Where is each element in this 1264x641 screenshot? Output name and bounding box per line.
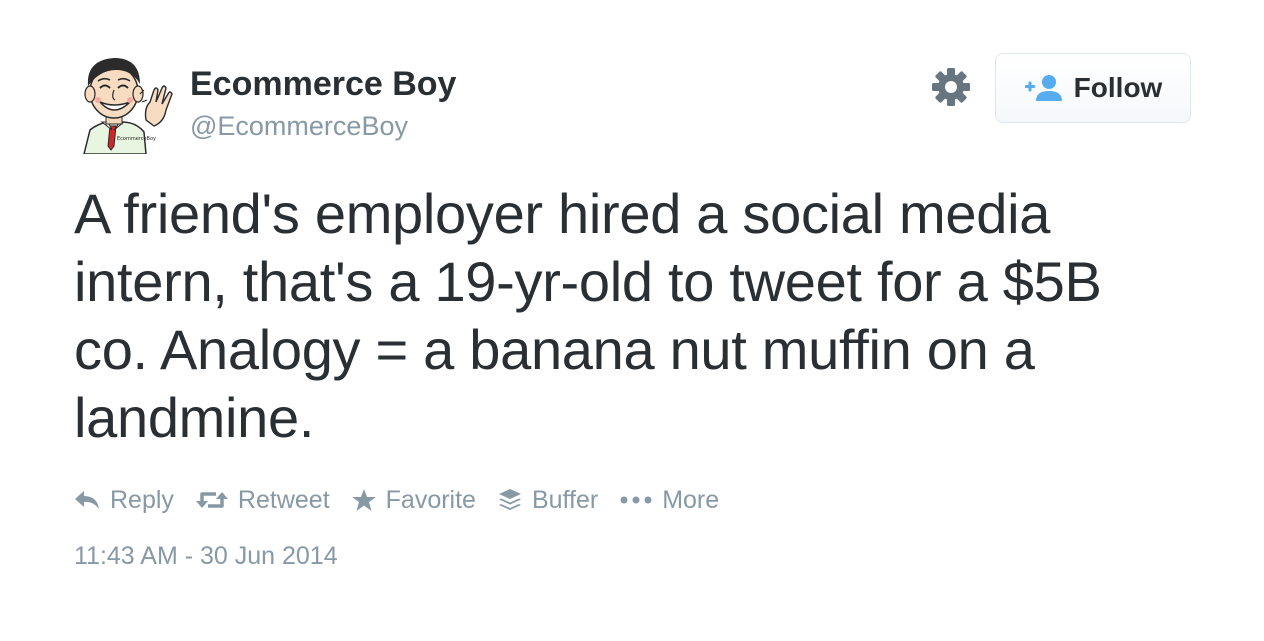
avatar[interactable]: EcommerceBoy bbox=[70, 50, 174, 154]
star-icon bbox=[351, 489, 376, 511]
more-button[interactable]: More bbox=[620, 486, 719, 515]
follow-button[interactable]: Follow bbox=[995, 53, 1191, 123]
follow-person-plus-icon bbox=[1024, 75, 1062, 101]
buffer-icon bbox=[498, 489, 521, 510]
more-dots-icon bbox=[620, 496, 652, 504]
follow-label: Follow bbox=[1073, 72, 1163, 103]
reply-button[interactable]: Reply bbox=[74, 486, 174, 515]
tweet-timestamp[interactable]: 11:43 AM - 30 Jun 2014 bbox=[74, 542, 338, 571]
reply-icon bbox=[75, 491, 99, 509]
retweet-icon bbox=[195, 492, 228, 508]
buffer-label: Buffer bbox=[531, 485, 599, 514]
avatar-image: EcommerceBoy bbox=[70, 50, 174, 154]
favorite-label: Favorite bbox=[385, 485, 476, 514]
tweet-text: A friend's employer hired a social media… bbox=[74, 182, 1102, 449]
user-handle[interactable]: @EcommerceBoy bbox=[190, 108, 408, 144]
retweet-button[interactable]: Retweet bbox=[195, 485, 330, 515]
buffer-button[interactable]: Buffer bbox=[498, 486, 598, 515]
retweet-label: Retweet bbox=[237, 485, 330, 514]
reply-label: Reply bbox=[110, 485, 174, 514]
display-name[interactable]: Ecommerce Boy bbox=[190, 62, 456, 106]
tweet-actions: Reply Retweet Favorite Buffer More bbox=[74, 480, 741, 520]
gear-icon[interactable] bbox=[930, 66, 972, 108]
avatar-text: EcommerceBoy bbox=[117, 136, 156, 142]
favorite-button[interactable]: Favorite bbox=[351, 485, 476, 515]
more-label: More bbox=[662, 485, 720, 514]
